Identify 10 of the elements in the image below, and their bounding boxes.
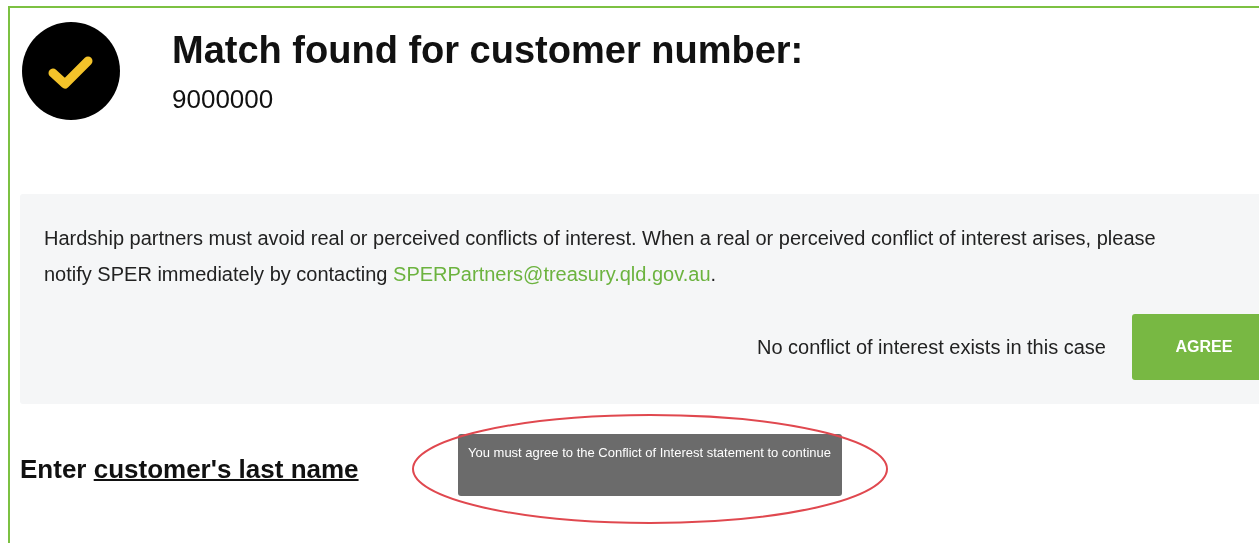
- prompt-heading: Enter customer's last name: [20, 454, 359, 485]
- last-name-link[interactable]: customer's last name: [93, 454, 359, 484]
- email-link[interactable]: SPERPartners@treasury.qld.gov.au: [393, 263, 711, 285]
- checkmark-icon: [22, 22, 120, 120]
- page-title: Match found for customer number:: [172, 28, 804, 72]
- notice-text: Hardship partners must avoid real or perceived conflicts of interest. When a real or perceived conflict of interest arises, please notify SPER immediately by contacting SPERPartners@treasury.qld.gov.au.: [44, 226, 1157, 287]
- agree-button[interactable]: AGREE: [1132, 314, 1259, 380]
- agree-label: No conflict of interest exists in this case: [756, 335, 1106, 359]
- tooltip: You must agree to the Conflict of Interest statement to continue: [458, 434, 842, 496]
- customer-number: 9000000: [172, 84, 275, 114]
